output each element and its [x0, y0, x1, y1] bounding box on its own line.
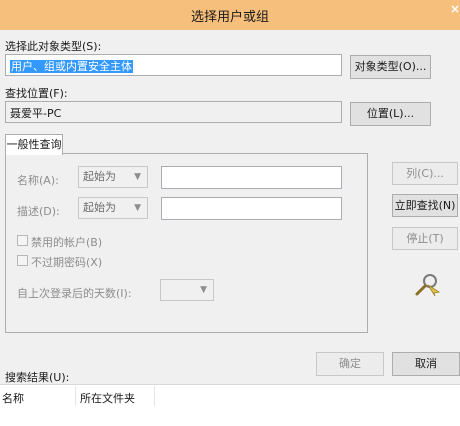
description-mode-value: 起始为 — [83, 201, 116, 214]
window-title: 选择用户或组 — [190, 10, 269, 25]
object-type-value: 用户、组或内置安全主体 — [10, 60, 133, 73]
column-divider — [75, 386, 76, 406]
column-divider — [154, 386, 155, 406]
location-label: 查找位置(F): — [5, 87, 68, 100]
object-type-button[interactable]: 对象类型(O)... — [350, 55, 431, 79]
ok-button[interactable]: 确定 — [316, 352, 384, 376]
close-icon[interactable]: × — [448, 2, 460, 16]
results-list[interactable] — [0, 384, 460, 426]
description-input[interactable] — [161, 197, 342, 220]
find-now-button[interactable]: 立即查找(N) — [392, 194, 458, 217]
name-input[interactable] — [161, 166, 342, 189]
column-header-name[interactable]: 名称 — [2, 390, 24, 406]
days-since-logon-label: 自上次登录后的天数(I): — [17, 287, 132, 300]
name-label: 名称(A): — [17, 174, 59, 187]
column-header-folder[interactable]: 所在文件夹 — [80, 390, 135, 406]
search-results-label: 搜索结果(U): — [5, 371, 70, 384]
days-since-logon-select[interactable]: ▼ — [160, 279, 214, 301]
tab-general-query[interactable]: 一般性查询 — [5, 134, 63, 155]
location-field[interactable]: 聂爱平-PC — [5, 101, 342, 123]
stop-button[interactable]: 停止(T) — [392, 227, 458, 250]
search-icon — [414, 271, 442, 297]
columns-button[interactable]: 列(C)... — [392, 162, 458, 185]
non-expiring-password-checkbox[interactable] — [17, 255, 28, 266]
name-mode-select[interactable]: 起始为 ▼ — [78, 166, 148, 188]
disabled-accounts-label: 禁用的帐户(B) — [31, 236, 103, 249]
object-type-field[interactable]: 用户、组或内置安全主体 — [5, 54, 342, 76]
location-button[interactable]: 位置(L)... — [350, 102, 431, 126]
non-expiring-password-label: 不过期密码(X) — [31, 256, 103, 269]
chevron-down-icon: ▼ — [134, 203, 141, 213]
description-label: 描述(D): — [17, 205, 60, 218]
chevron-down-icon: ▼ — [200, 285, 207, 295]
location-value: 聂爱平-PC — [10, 107, 62, 120]
disabled-accounts-checkbox[interactable] — [17, 235, 28, 246]
name-mode-value: 起始为 — [83, 170, 116, 183]
object-type-label: 选择此对象类型(S): — [5, 40, 102, 53]
cancel-button[interactable]: 取消 — [392, 352, 460, 376]
chevron-down-icon: ▼ — [134, 172, 141, 182]
description-mode-select[interactable]: 起始为 ▼ — [78, 197, 148, 219]
